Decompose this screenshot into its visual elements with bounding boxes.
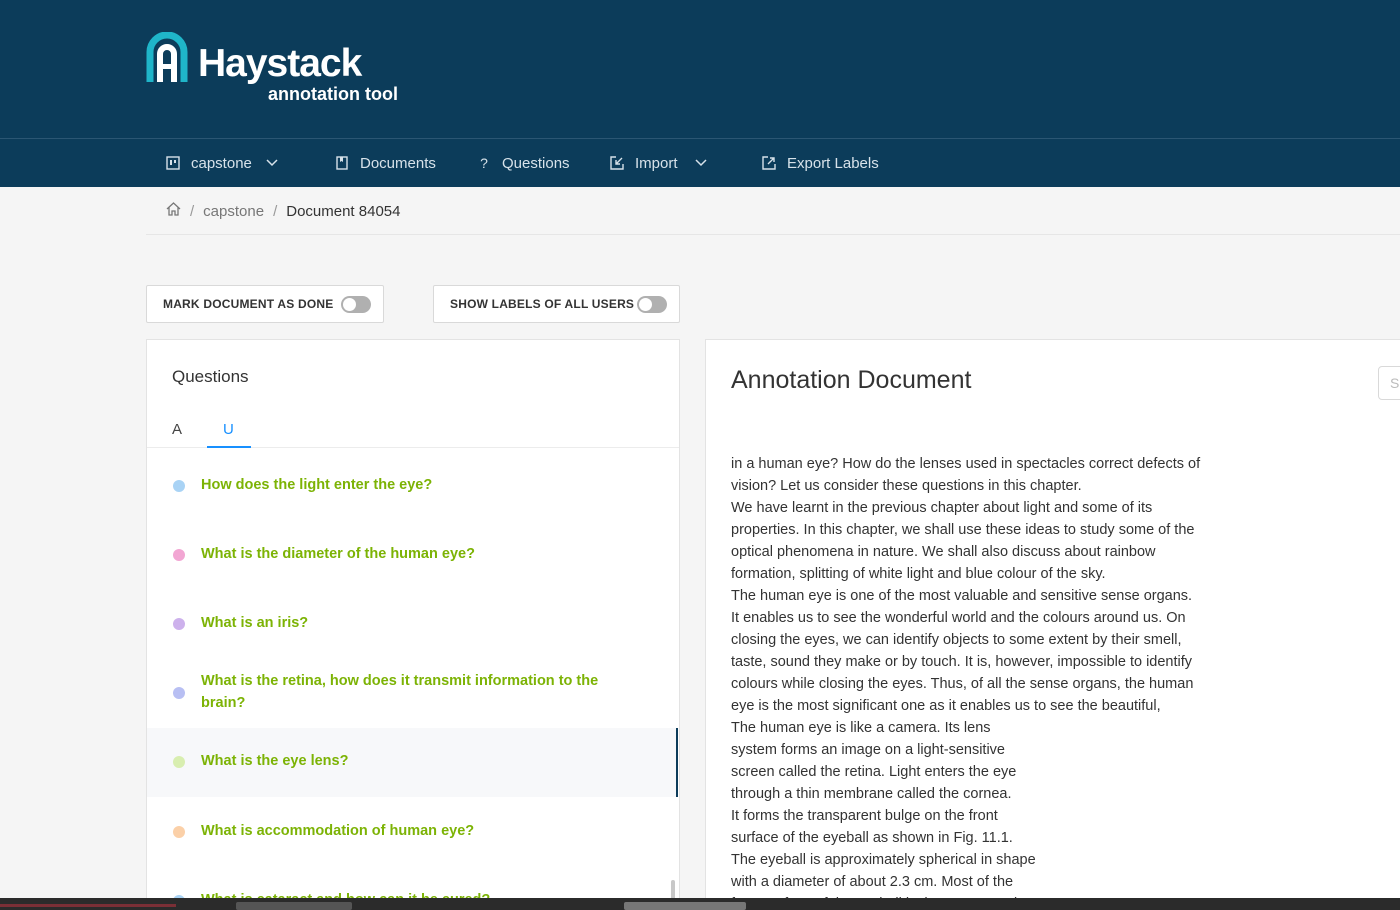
document-panel: Annotation Document Se in a human eye? H… (705, 339, 1400, 910)
questions-title: Questions (172, 367, 249, 386)
breadcrumb: / capstone / Document 84054 (166, 201, 400, 221)
show-labels-switch[interactable] (637, 296, 667, 313)
chevron-down-icon (694, 156, 707, 170)
haystack-logo[interactable]: Haystack annotation tool (146, 30, 426, 110)
chevron-down-icon (266, 156, 278, 170)
question-item[interactable]: What is accommodation of human eye? (147, 797, 678, 866)
document-line: eye is the most significant one as it en… (731, 698, 1161, 714)
questions-panel: Questions A U How does the light enter t… (146, 339, 680, 910)
document-search-input[interactable]: Se (1378, 366, 1400, 400)
question-color-dot (173, 480, 185, 492)
question-color-dot (173, 687, 185, 699)
document-line: through a thin membrane called the corne… (731, 786, 1012, 802)
mark-done-toggle-box: MARK DOCUMENT AS DONE (146, 285, 384, 323)
question-item[interactable]: How does the light enter the eye? (147, 450, 678, 520)
document-line: It forms the transparent bulge on the fr… (731, 808, 998, 824)
document-line: The human eye is like a camera. Its lens (731, 720, 991, 736)
main-nav: capstone Documents ? Questions Import Ex… (0, 138, 1400, 187)
nav-documents[interactable]: Documents (335, 139, 436, 187)
tab-u[interactable]: U (223, 421, 234, 438)
document-icon (335, 156, 349, 170)
haystack-logo-icon (146, 32, 188, 82)
nav-questions[interactable]: ? Questions (477, 139, 570, 187)
breadcrumb-divider (146, 234, 1400, 235)
document-line: We have learnt in the previous chapter a… (731, 500, 1153, 516)
taskbar-indicator (0, 904, 176, 907)
tab-a[interactable]: A (172, 421, 182, 438)
question-item[interactable]: What is an iris? (147, 589, 678, 658)
question-item[interactable]: What is the retina, how does it transmit… (147, 658, 678, 728)
document-line: in a human eye? How do the lenses used i… (731, 456, 1201, 472)
question-text: What is the eye lens? (201, 753, 349, 769)
question-color-dot (173, 826, 185, 838)
mark-done-label: MARK DOCUMENT AS DONE (163, 297, 334, 311)
logo-title: Haystack (198, 42, 362, 85)
question-icon: ? (480, 155, 488, 171)
document-line: taste, sound they make or by touch. It i… (731, 654, 1193, 670)
document-title: Annotation Document (731, 366, 972, 394)
os-taskbar (0, 898, 1400, 910)
nav-project-dropdown[interactable]: capstone (166, 139, 278, 187)
breadcrumb-separator: / (273, 202, 278, 220)
question-color-dot (173, 618, 185, 630)
document-line: screen called the retina. Light enters t… (731, 764, 1017, 780)
document-line: closing the eyes, we can identify object… (731, 632, 1182, 648)
nav-export-labels-label: Export Labels (787, 154, 879, 172)
question-item[interactable]: What is the eye lens? (147, 728, 678, 797)
question-color-dot (173, 756, 185, 768)
breadcrumb-current: Document 84054 (286, 202, 401, 220)
document-line: optical phenomena in nature. We shall al… (731, 544, 1156, 560)
document-text[interactable]: in a human eye? How do the lenses used i… (731, 453, 1221, 909)
nav-import-dropdown[interactable]: Import (610, 139, 707, 187)
breadcrumb-project-link[interactable]: capstone (203, 203, 264, 220)
taskbar-window[interactable] (624, 902, 746, 910)
project-icon (166, 156, 180, 170)
question-text: What is the retina, how does it transmit… (201, 673, 599, 711)
question-color-dot (173, 549, 185, 561)
document-line: with a diameter of about 2.3 cm. Most of… (731, 874, 1014, 890)
question-item[interactable]: What is the diameter of the human eye? (147, 520, 678, 589)
import-icon (610, 156, 624, 170)
nav-export-labels[interactable]: Export Labels (762, 139, 879, 187)
document-line: system forms an image on a light-sensiti… (731, 742, 1005, 758)
document-line: colours while closing the eyes. Thus, of… (731, 676, 1194, 692)
nav-questions-label: Questions (502, 154, 570, 172)
document-line: It enables us to see the wonderful world… (731, 610, 1186, 626)
nav-project-label: capstone (191, 154, 252, 172)
show-labels-label: SHOW LABELS OF ALL USERS (450, 297, 635, 311)
app-header: Haystack annotation tool (0, 0, 1400, 138)
document-line: formation, splitting of white light and … (731, 566, 1106, 582)
question-text: What is accommodation of human eye? (201, 823, 475, 839)
export-icon (762, 156, 776, 170)
question-text: How does the light enter the eye? (201, 477, 433, 493)
logo-subtitle: annotation tool (268, 84, 398, 104)
document-line: The eyeball is approximately spherical i… (731, 852, 1036, 868)
question-text: What is an iris? (201, 615, 309, 631)
breadcrumb-separator: / (190, 202, 195, 220)
taskbar-window[interactable] (236, 902, 352, 910)
home-icon[interactable] (166, 202, 181, 220)
document-line: vision? Let us consider these questions … (731, 478, 1082, 494)
nav-import-label: Import (635, 154, 678, 172)
show-labels-toggle-box: SHOW LABELS OF ALL USERS (433, 285, 680, 323)
document-line: properties. In this chapter, we shall us… (731, 522, 1195, 538)
question-text: What is the diameter of the human eye? (201, 546, 475, 562)
document-line: surface of the eyeball as shown in Fig. … (731, 830, 1013, 846)
questions-tabs: A U (147, 418, 679, 448)
active-tab-indicator (207, 446, 251, 448)
nav-documents-label: Documents (360, 154, 436, 172)
mark-done-switch[interactable] (341, 296, 371, 313)
document-line: The human eye is one of the most valuabl… (731, 588, 1193, 604)
